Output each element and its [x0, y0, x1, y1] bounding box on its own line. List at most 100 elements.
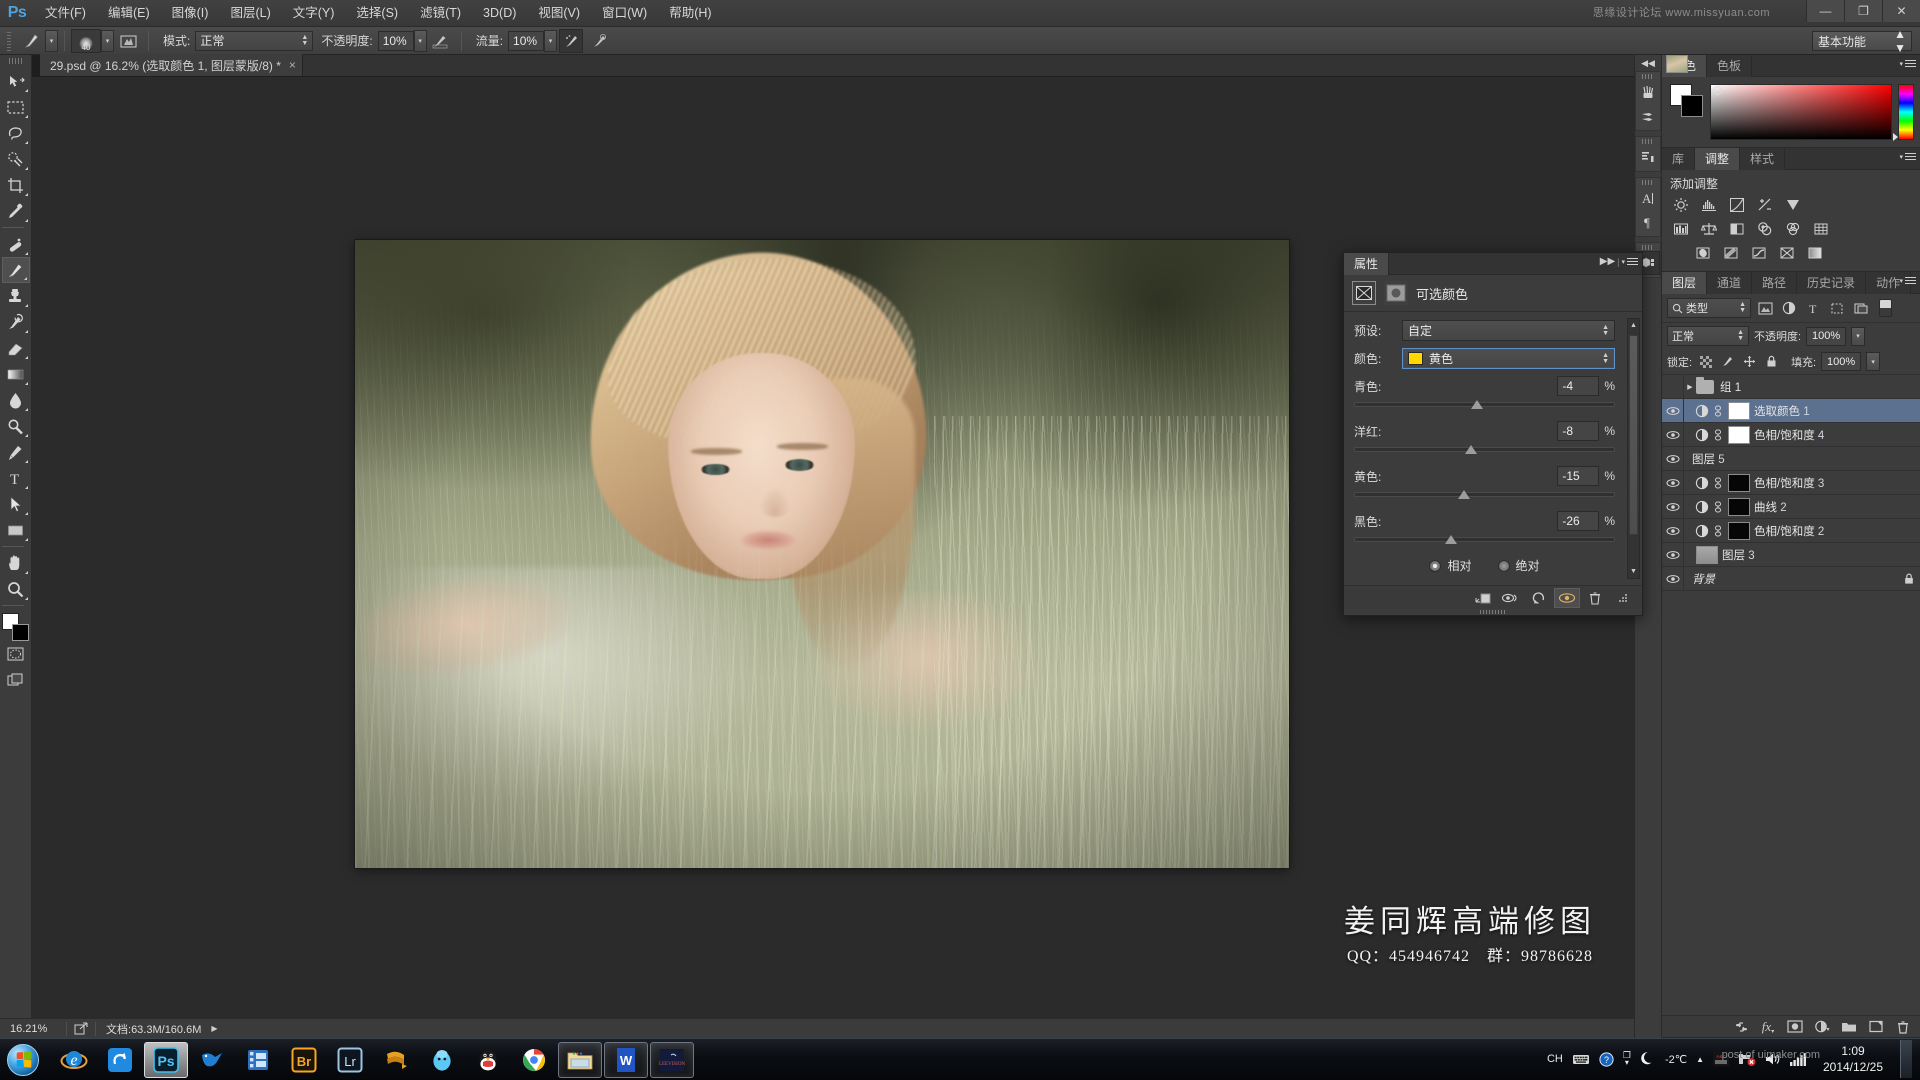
show-hidden-icons[interactable]: ❐ ▾ [1623, 1051, 1631, 1067]
taskbar-item-google-chrome[interactable] [512, 1042, 556, 1078]
slider-cyan-value[interactable]: -4 [1557, 376, 1600, 396]
help-icon[interactable]: ? [1599, 1051, 1614, 1067]
properties-bottom-grip[interactable] [1344, 609, 1642, 615]
slider-black-value[interactable]: -26 [1557, 511, 1600, 531]
lasso-tool[interactable] [2, 120, 30, 146]
taskbar-item-internet-explorer[interactable]: e [52, 1042, 96, 1078]
brush-preset-dropdown[interactable]: ▾ [45, 29, 58, 52]
scrollbar-thumb[interactable] [1629, 335, 1638, 535]
tab-history[interactable]: 历史记录 [1797, 272, 1867, 294]
dodge-tool[interactable] [2, 413, 30, 439]
tab-properties[interactable]: 属性 [1344, 253, 1390, 275]
layer-row[interactable]: 图层 5 [1662, 55, 1920, 471]
slider-yellow-value[interactable]: -15 [1557, 466, 1600, 486]
slider-magenta-track[interactable] [1354, 443, 1615, 457]
menu-image[interactable]: 图像(I) [161, 0, 220, 27]
opacity-input[interactable]: 10% [377, 30, 414, 51]
menu-type[interactable]: 文字(Y) [282, 0, 346, 27]
background-color-swatch[interactable] [11, 624, 29, 641]
hue-saturation-icon[interactable] [1670, 219, 1692, 239]
slider-yellow-track[interactable] [1354, 488, 1615, 502]
close-button[interactable]: ✕ [1882, 0, 1920, 22]
menu-select[interactable]: 选择(S) [345, 0, 409, 27]
taskbar-item-hummingbird-pdf[interactable] [190, 1042, 234, 1078]
rail-grip[interactable] [1642, 139, 1654, 144]
taskbar-item-film-reel-tool[interactable] [374, 1042, 418, 1078]
slider-cyan-track[interactable] [1354, 398, 1615, 412]
zoom-level-input[interactable]: 16.21% [0, 1023, 66, 1035]
toggle-brush-panel-icon[interactable] [116, 29, 140, 53]
history-brush-tool[interactable] [2, 309, 30, 335]
lock-all-icon[interactable] [1763, 353, 1780, 371]
menu-filter[interactable]: 滤镜(T) [409, 0, 472, 27]
layer-thumbnail[interactable] [1728, 521, 1750, 540]
layer-mask-thumbnail-icon[interactable] [1384, 281, 1408, 305]
layer-thumbnail[interactable] [1728, 401, 1750, 420]
radio-absolute[interactable]: 绝对 [1497, 557, 1540, 574]
pressure-opacity-icon[interactable] [429, 29, 453, 53]
menu-help[interactable]: 帮助(H) [658, 0, 722, 27]
clip-to-layer-icon[interactable] [1470, 588, 1496, 608]
share-icon[interactable] [69, 1017, 93, 1041]
selective-color-adjustment-icon[interactable] [1352, 281, 1376, 305]
photo-filter-icon[interactable] [1754, 219, 1776, 239]
minimize-button[interactable]: — [1806, 0, 1844, 22]
tab-adjustments[interactable]: 调整 [1695, 148, 1741, 170]
black-white-icon[interactable] [1726, 219, 1748, 239]
screen-mode-toggle[interactable] [2, 667, 30, 693]
layer-visibility-toggle[interactable] [1662, 375, 1684, 399]
character-panel-icon[interactable]: A [1636, 186, 1660, 210]
add-layer-mask-icon[interactable] [1782, 1017, 1808, 1037]
brush-panel-dropdown[interactable]: ▾ [101, 29, 114, 52]
collapse-icon[interactable]: ▶▶ [1600, 256, 1615, 267]
selective-color-icon[interactable] [1804, 243, 1826, 263]
hue-ramp-slider[interactable] [1893, 84, 1914, 141]
preview-eye-icon[interactable] [1554, 587, 1580, 608]
menu-edit[interactable]: 编辑(E) [97, 0, 161, 27]
taskbar-item-alipay-wallet[interactable] [420, 1042, 464, 1078]
filter-kind-select[interactable]: 类型 ▲ ▼ [1667, 298, 1751, 318]
vibrance-icon[interactable] [1782, 195, 1804, 215]
layer-row[interactable]: 选取颜色 1 [1662, 398, 1920, 423]
menu-file[interactable]: 文件(F) [34, 0, 97, 27]
lock-transparency-icon[interactable] [1697, 353, 1714, 371]
taskbar-item-file-explorer[interactable] [558, 1041, 602, 1078]
rail-grip[interactable] [1642, 180, 1654, 185]
layer-row[interactable]: 背景 [1662, 55, 1920, 591]
panel-menu-icon[interactable] [1905, 151, 1916, 162]
levels-icon[interactable] [1698, 195, 1720, 215]
filter-type-icon[interactable]: T [1803, 298, 1823, 318]
channel-mixer-icon[interactable] [1782, 219, 1804, 239]
status-menu-arrow-icon[interactable]: ▶ [211, 1024, 217, 1033]
pen-tool[interactable] [2, 439, 30, 465]
eraser-tool[interactable] [2, 335, 30, 361]
layer-row[interactable]: 曲线 2 [1662, 494, 1920, 519]
mask-link-icon[interactable] [1712, 477, 1724, 489]
options-bar-grip[interactable] [4, 29, 14, 52]
background-color-swatch[interactable] [1681, 95, 1703, 117]
posterize-icon[interactable] [1720, 243, 1742, 263]
brightness-contrast-icon[interactable] [1670, 195, 1692, 215]
color-select[interactable]: 黄色 ▲ ▼ [1402, 348, 1615, 369]
menu-3d[interactable]: 3D(D) [472, 0, 527, 27]
mask-link-icon[interactable] [1712, 501, 1724, 513]
zoom-tool[interactable] [2, 576, 30, 602]
opacity-slider-dropdown[interactable]: ▾ [413, 29, 427, 52]
restore-button[interactable]: ❐ [1844, 0, 1882, 22]
resize-grip-icon[interactable] [1610, 588, 1636, 608]
curves-icon[interactable] [1726, 195, 1748, 215]
color-panel-menu[interactable]: ▾ [1899, 58, 1916, 69]
layer-visibility-toggle[interactable] [1662, 494, 1684, 519]
filter-enable-toggle[interactable] [1879, 299, 1892, 317]
rail-grip[interactable] [1642, 245, 1654, 250]
layer-visibility-toggle[interactable] [1662, 446, 1684, 471]
layer-fill-dropdown[interactable]: ▾ [1866, 352, 1881, 371]
layer-thumbnail[interactable] [1696, 545, 1718, 564]
taskbar-item-adobe-lightroom[interactable]: Lr [328, 1042, 372, 1078]
histogram-panel-icon[interactable] [1636, 145, 1660, 169]
color-swatches[interactable] [1, 613, 30, 641]
taskbar-item-wps-writer[interactable]: W [604, 1041, 648, 1078]
quick-mask-toggle[interactable] [2, 641, 30, 667]
layer-visibility-toggle[interactable] [1662, 518, 1684, 543]
layer-visibility-toggle[interactable] [1662, 542, 1684, 567]
